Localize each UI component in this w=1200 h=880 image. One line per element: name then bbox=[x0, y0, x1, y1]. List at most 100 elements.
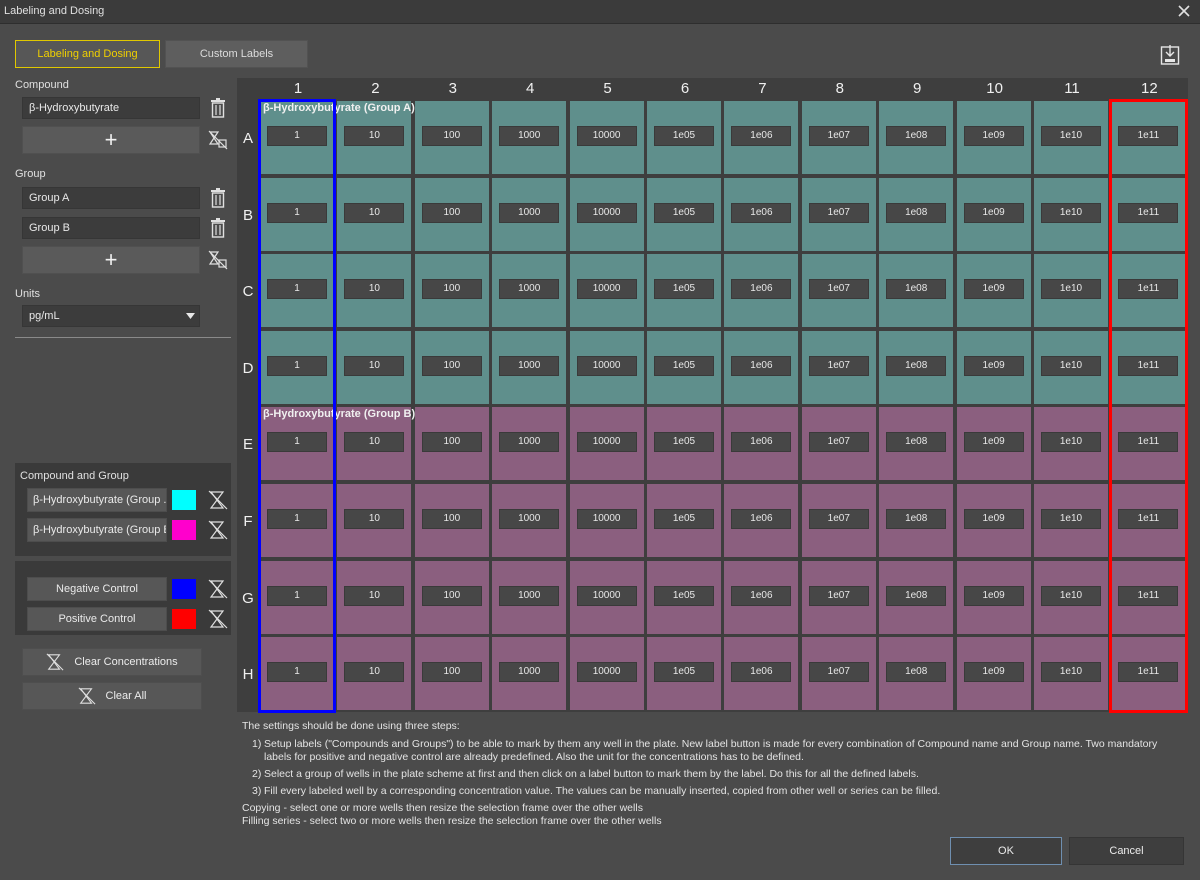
concentration-field[interactable]: 100 bbox=[421, 126, 482, 146]
concentration-field[interactable]: 1e07 bbox=[808, 662, 869, 683]
concentration-field[interactable]: 10000 bbox=[576, 355, 637, 376]
group-b-field[interactable]: Group B bbox=[22, 217, 200, 239]
concentration-field[interactable]: 1e06 bbox=[731, 662, 792, 683]
trash-icon[interactable] bbox=[208, 188, 228, 208]
concentration-field[interactable]: 1e10 bbox=[1041, 585, 1101, 606]
concentration-field[interactable]: 100 bbox=[421, 432, 482, 453]
concentration-field[interactable]: 1e07 bbox=[808, 432, 869, 453]
color-swatch-negative-control[interactable] bbox=[172, 579, 196, 599]
save-icon[interactable] bbox=[1160, 44, 1180, 66]
concentration-field[interactable]: 1000 bbox=[499, 126, 560, 146]
color-swatch-positive-control[interactable] bbox=[172, 609, 196, 629]
concentration-field[interactable]: 100 bbox=[421, 202, 482, 223]
concentration-field[interactable]: 1e06 bbox=[731, 126, 792, 146]
ok-button[interactable]: OK bbox=[950, 837, 1062, 865]
concentration-field[interactable]: 1000 bbox=[499, 509, 560, 529]
concentration-field[interactable]: 100 bbox=[421, 662, 482, 683]
concentration-field[interactable]: 100 bbox=[421, 279, 482, 300]
trash-icon[interactable] bbox=[208, 218, 228, 238]
clear-label-icon[interactable] bbox=[208, 520, 228, 540]
concentration-field[interactable]: 10 bbox=[344, 355, 405, 376]
concentration-field[interactable]: 10000 bbox=[576, 279, 637, 300]
add-compound-button[interactable]: + bbox=[22, 126, 200, 154]
concentration-field[interactable]: 10000 bbox=[576, 509, 637, 529]
concentration-field[interactable]: 1e08 bbox=[886, 202, 947, 223]
concentration-field[interactable]: 1e06 bbox=[731, 355, 792, 376]
color-swatch-group-a[interactable] bbox=[172, 490, 196, 510]
concentration-field[interactable]: 1e08 bbox=[886, 509, 947, 529]
concentration-field[interactable]: 1e10 bbox=[1041, 509, 1101, 529]
concentration-field[interactable]: 1e07 bbox=[808, 585, 869, 606]
clear-label-icon[interactable] bbox=[208, 490, 228, 510]
concentration-field[interactable]: 10000 bbox=[576, 202, 637, 223]
clear-all-button[interactable]: Clear All bbox=[22, 682, 202, 710]
clear-label-icon[interactable] bbox=[208, 579, 228, 599]
concentration-field[interactable]: 1e06 bbox=[731, 202, 792, 223]
close-icon[interactable] bbox=[1176, 3, 1192, 19]
concentration-field[interactable]: 10 bbox=[344, 585, 405, 606]
concentration-field[interactable]: 100 bbox=[421, 509, 482, 529]
concentration-field[interactable]: 1e07 bbox=[808, 355, 869, 376]
concentration-field[interactable]: 1e05 bbox=[654, 202, 714, 223]
compound-name-field[interactable]: β-Hydroxybutyrate bbox=[22, 97, 200, 119]
concentration-field[interactable]: 1e09 bbox=[963, 585, 1024, 606]
concentration-field[interactable]: 1e09 bbox=[963, 432, 1024, 453]
concentration-field[interactable]: 1e05 bbox=[654, 279, 714, 300]
concentration-field[interactable]: 1e08 bbox=[886, 432, 947, 453]
concentration-field[interactable]: 1e07 bbox=[808, 126, 869, 146]
concentration-field[interactable]: 100 bbox=[421, 585, 482, 606]
concentration-field[interactable]: 1e05 bbox=[654, 662, 714, 683]
negative-control-button[interactable]: Negative Control bbox=[27, 577, 167, 601]
concentration-field[interactable]: 1e10 bbox=[1041, 279, 1101, 300]
concentration-field[interactable]: 1000 bbox=[499, 202, 560, 223]
concentration-field[interactable]: 10 bbox=[344, 202, 405, 223]
concentration-field[interactable]: 1000 bbox=[499, 355, 560, 376]
tab-custom-labels[interactable]: Custom Labels bbox=[165, 40, 308, 68]
label-button-group-b[interactable]: β-Hydroxybutyrate (Group B) bbox=[27, 518, 167, 542]
concentration-field[interactable]: 10 bbox=[344, 279, 405, 300]
concentration-field[interactable]: 1e10 bbox=[1041, 126, 1101, 146]
concentration-field[interactable]: 1e05 bbox=[654, 509, 714, 529]
concentration-field[interactable]: 1e09 bbox=[963, 126, 1024, 146]
remove-labels-icon[interactable] bbox=[208, 130, 228, 150]
concentration-field[interactable]: 100 bbox=[421, 355, 482, 376]
concentration-field[interactable]: 1e05 bbox=[654, 432, 714, 453]
concentration-field[interactable]: 1e06 bbox=[731, 509, 792, 529]
concentration-field[interactable]: 10000 bbox=[576, 662, 637, 683]
concentration-field[interactable]: 1e10 bbox=[1041, 662, 1101, 683]
group-a-field[interactable]: Group A bbox=[22, 187, 200, 209]
concentration-field[interactable]: 1e07 bbox=[808, 279, 869, 300]
clear-concentrations-button[interactable]: Clear Concentrations bbox=[22, 648, 202, 676]
concentration-field[interactable]: 1e09 bbox=[963, 509, 1024, 529]
concentration-field[interactable]: 10 bbox=[344, 509, 405, 529]
concentration-field[interactable]: 1e08 bbox=[886, 585, 947, 606]
concentration-field[interactable]: 1e10 bbox=[1041, 432, 1101, 453]
concentration-field[interactable]: 1000 bbox=[499, 585, 560, 606]
concentration-field[interactable]: 1e08 bbox=[886, 126, 947, 146]
units-select[interactable]: pg/mL bbox=[22, 305, 200, 327]
concentration-field[interactable]: 1e06 bbox=[731, 585, 792, 606]
concentration-field[interactable]: 1e09 bbox=[963, 279, 1024, 300]
color-swatch-group-b[interactable] bbox=[172, 520, 196, 540]
concentration-field[interactable]: 1e05 bbox=[654, 355, 714, 376]
concentration-field[interactable]: 1000 bbox=[499, 432, 560, 453]
concentration-field[interactable]: 1e06 bbox=[731, 279, 792, 300]
concentration-field[interactable]: 1e08 bbox=[886, 279, 947, 300]
cancel-button[interactable]: Cancel bbox=[1069, 837, 1184, 865]
concentration-field[interactable]: 10 bbox=[344, 662, 405, 683]
concentration-field[interactable]: 1e10 bbox=[1041, 202, 1101, 223]
concentration-field[interactable]: 1000 bbox=[499, 279, 560, 300]
concentration-field[interactable]: 10000 bbox=[576, 585, 637, 606]
concentration-field[interactable]: 1e08 bbox=[886, 355, 947, 376]
positive-control-button[interactable]: Positive Control bbox=[27, 607, 167, 631]
concentration-field[interactable]: 10000 bbox=[576, 432, 637, 453]
concentration-field[interactable]: 1e07 bbox=[808, 202, 869, 223]
concentration-field[interactable]: 1e06 bbox=[731, 432, 792, 453]
label-button-group-a[interactable]: β-Hydroxybutyrate (Group ... bbox=[27, 488, 167, 512]
concentration-field[interactable]: 1e08 bbox=[886, 662, 947, 683]
concentration-field[interactable]: 10000 bbox=[576, 126, 637, 146]
concentration-field[interactable]: 1000 bbox=[499, 662, 560, 683]
concentration-field[interactable]: 1e09 bbox=[963, 355, 1024, 376]
concentration-field[interactable]: 10 bbox=[344, 126, 405, 146]
tab-labeling-and-dosing[interactable]: Labeling and Dosing bbox=[15, 40, 160, 68]
